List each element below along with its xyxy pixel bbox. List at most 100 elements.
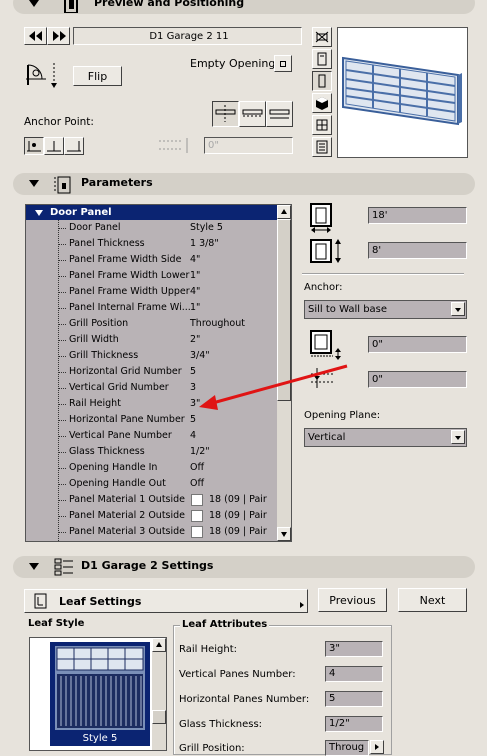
anchor-point-label: Anchor Point: bbox=[24, 116, 94, 128]
horizontal-panes-field[interactable]: 5 bbox=[325, 691, 383, 707]
empty-opening-toggle[interactable] bbox=[274, 55, 292, 72]
tree-row-value[interactable]: 1/2" bbox=[190, 446, 210, 457]
tree-row-value[interactable]: Off bbox=[190, 462, 204, 473]
tree-group-label: Door Panel bbox=[50, 207, 112, 218]
up-arrow-icon bbox=[156, 642, 162, 647]
width-dimension-icon bbox=[310, 203, 332, 233]
tree-row-value[interactable]: Style 5 bbox=[190, 222, 223, 233]
view-section-button[interactable] bbox=[312, 115, 332, 135]
tree-row[interactable]: Panel Frame Width Lower 1" bbox=[26, 268, 277, 284]
flip-button[interactable]: Flip bbox=[73, 66, 122, 86]
material-swatch[interactable] bbox=[191, 510, 203, 522]
tree-row[interactable]: Opening Handle Out Off bbox=[26, 476, 277, 492]
tree-row[interactable]: Glass Thickness 1/2" bbox=[26, 444, 277, 460]
next-button[interactable]: Next bbox=[398, 588, 467, 612]
style-scroll-up-button[interactable] bbox=[152, 638, 166, 652]
empty-opening-label: Empty Opening bbox=[190, 57, 276, 70]
vertical-panes-field[interactable]: 4 bbox=[325, 666, 383, 682]
tree-row-value[interactable]: 4" bbox=[190, 286, 200, 297]
parameters-icon bbox=[54, 176, 71, 194]
view-floorplan-button[interactable] bbox=[312, 27, 332, 47]
collapse-triangle-icon[interactable] bbox=[29, 0, 39, 7]
tree-row[interactable]: Door Panel Style 5 bbox=[26, 220, 277, 236]
tree-row-name: Horizontal Grid Number bbox=[69, 366, 182, 377]
tree-row[interactable]: Vertical Pane Number 4 bbox=[26, 428, 277, 444]
width-field[interactable]: 18' bbox=[368, 207, 467, 224]
chevron-down-icon[interactable] bbox=[451, 302, 465, 316]
chevron-down-icon[interactable] bbox=[451, 430, 465, 444]
view-elevation-button[interactable] bbox=[312, 49, 332, 69]
tree-row-name: Grill Width bbox=[69, 334, 119, 345]
rail-height-field[interactable]: 3" bbox=[325, 641, 383, 657]
tree-row-value[interactable]: 1" bbox=[190, 270, 200, 281]
tree-row[interactable]: Opening Handle In Off bbox=[26, 460, 277, 476]
tree-row-value[interactable]: 18 (09 | Pair bbox=[209, 494, 267, 505]
tree-group-header[interactable]: Door Panel bbox=[26, 205, 277, 220]
tree-row-value[interactable]: 18 (09 | Pair bbox=[209, 510, 267, 521]
tree-row-value[interactable]: 1 3/8" bbox=[190, 238, 219, 249]
tree-row[interactable]: Panel Frame Width Upper 4" bbox=[26, 284, 277, 300]
tree-row-value[interactable]: 1" bbox=[190, 302, 200, 313]
tree-row-value[interactable]: Off bbox=[190, 478, 204, 489]
offset-field[interactable]: 0" bbox=[368, 371, 467, 388]
glass-thickness-field[interactable]: 1/2" bbox=[325, 716, 383, 732]
style-scroll-thumb[interactable] bbox=[152, 710, 166, 724]
collapse-triangle-icon[interactable] bbox=[29, 563, 39, 570]
material-swatch[interactable] bbox=[191, 494, 203, 506]
reveal-outside-button[interactable] bbox=[266, 101, 293, 127]
height-field[interactable]: 8' bbox=[368, 242, 467, 259]
scroll-down-button[interactable] bbox=[277, 527, 291, 541]
tree-row[interactable]: Panel Material 3 Outside 18 (09 | Pair bbox=[26, 524, 277, 540]
anchor-select[interactable]: Sill to Wall base bbox=[304, 300, 467, 319]
collapse-triangle-icon[interactable] bbox=[29, 180, 39, 187]
tree-row-name: Opening Handle Out bbox=[69, 478, 166, 489]
material-swatch[interactable] bbox=[191, 526, 203, 538]
up-arrow-icon bbox=[281, 209, 287, 214]
anchor-right-button[interactable] bbox=[64, 137, 84, 155]
previous-object-button[interactable] bbox=[24, 27, 47, 45]
preview-section-header[interactable]: Preview and Positioning bbox=[13, 0, 475, 14]
tree-row-name: Rail Height bbox=[69, 398, 121, 409]
grill-position-select[interactable]: Throug bbox=[325, 740, 369, 756]
tree-row[interactable]: Panel Frame Width Side 4" bbox=[26, 252, 277, 268]
parameters-section-header[interactable]: Parameters bbox=[13, 173, 475, 195]
next-object-button[interactable] bbox=[47, 27, 70, 45]
tree-row-name: Panel Thickness bbox=[69, 238, 145, 249]
scroll-up-button[interactable] bbox=[277, 205, 291, 219]
view-3d-button[interactable] bbox=[312, 93, 332, 113]
grill-position-arrow[interactable] bbox=[370, 740, 384, 754]
anchor-left-button[interactable] bbox=[24, 137, 44, 155]
tree-row[interactable]: Grill Position Throughout bbox=[26, 316, 277, 332]
right-arrow-icon bbox=[375, 744, 379, 750]
tree-row[interactable]: Panel Material 1 Outside 18 (09 | Pair bbox=[26, 492, 277, 508]
style-list-scrollbar[interactable] bbox=[152, 638, 166, 750]
tree-row[interactable]: Panel Internal Frame Wi... 1" bbox=[26, 300, 277, 316]
view-side-button[interactable] bbox=[312, 71, 332, 91]
tree-row[interactable]: Grill Width 2" bbox=[26, 332, 277, 348]
tree-row-value[interactable]: 4" bbox=[190, 254, 200, 265]
page-selector[interactable]: Leaf Settings bbox=[24, 589, 308, 613]
tree-row-value[interactable]: 4 bbox=[190, 430, 196, 441]
tree-row-value[interactable]: Throughout bbox=[190, 318, 245, 329]
view-list-button[interactable] bbox=[312, 137, 332, 157]
expand-triangle-icon[interactable] bbox=[35, 210, 43, 216]
side-view-icon bbox=[318, 74, 326, 88]
preview-window[interactable] bbox=[337, 27, 468, 158]
object-name-field[interactable]: D1 Garage 2 11 bbox=[73, 27, 302, 45]
tree-row-value[interactable]: 5 bbox=[190, 414, 196, 425]
tree-row[interactable]: Panel Material 2 Outside 18 (09 | Pair bbox=[26, 508, 277, 524]
leaf-style-list[interactable]: Style 5 bbox=[29, 637, 167, 751]
opening-plane-select[interactable]: Vertical bbox=[304, 428, 467, 447]
settings-section-header[interactable]: D1 Garage 2 Settings bbox=[13, 556, 475, 578]
tree-row-name: Glass Thickness bbox=[69, 446, 145, 457]
style-thumbnail-selected[interactable]: Style 5 bbox=[50, 642, 150, 746]
tree-row-value[interactable]: 18 (09 | Pair bbox=[209, 526, 267, 537]
sill-field[interactable]: 0" bbox=[368, 336, 467, 353]
previous-button[interactable]: Previous bbox=[318, 588, 387, 612]
reveal-inside-button[interactable] bbox=[212, 101, 239, 127]
tree-row[interactable]: Panel Thickness 1 3/8" bbox=[26, 236, 277, 252]
reveal-offset-field[interactable]: 0" bbox=[204, 137, 293, 154]
reveal-center-button[interactable] bbox=[239, 101, 266, 127]
tree-row-value[interactable]: 2" bbox=[190, 334, 200, 345]
anchor-center-button[interactable] bbox=[44, 137, 64, 155]
